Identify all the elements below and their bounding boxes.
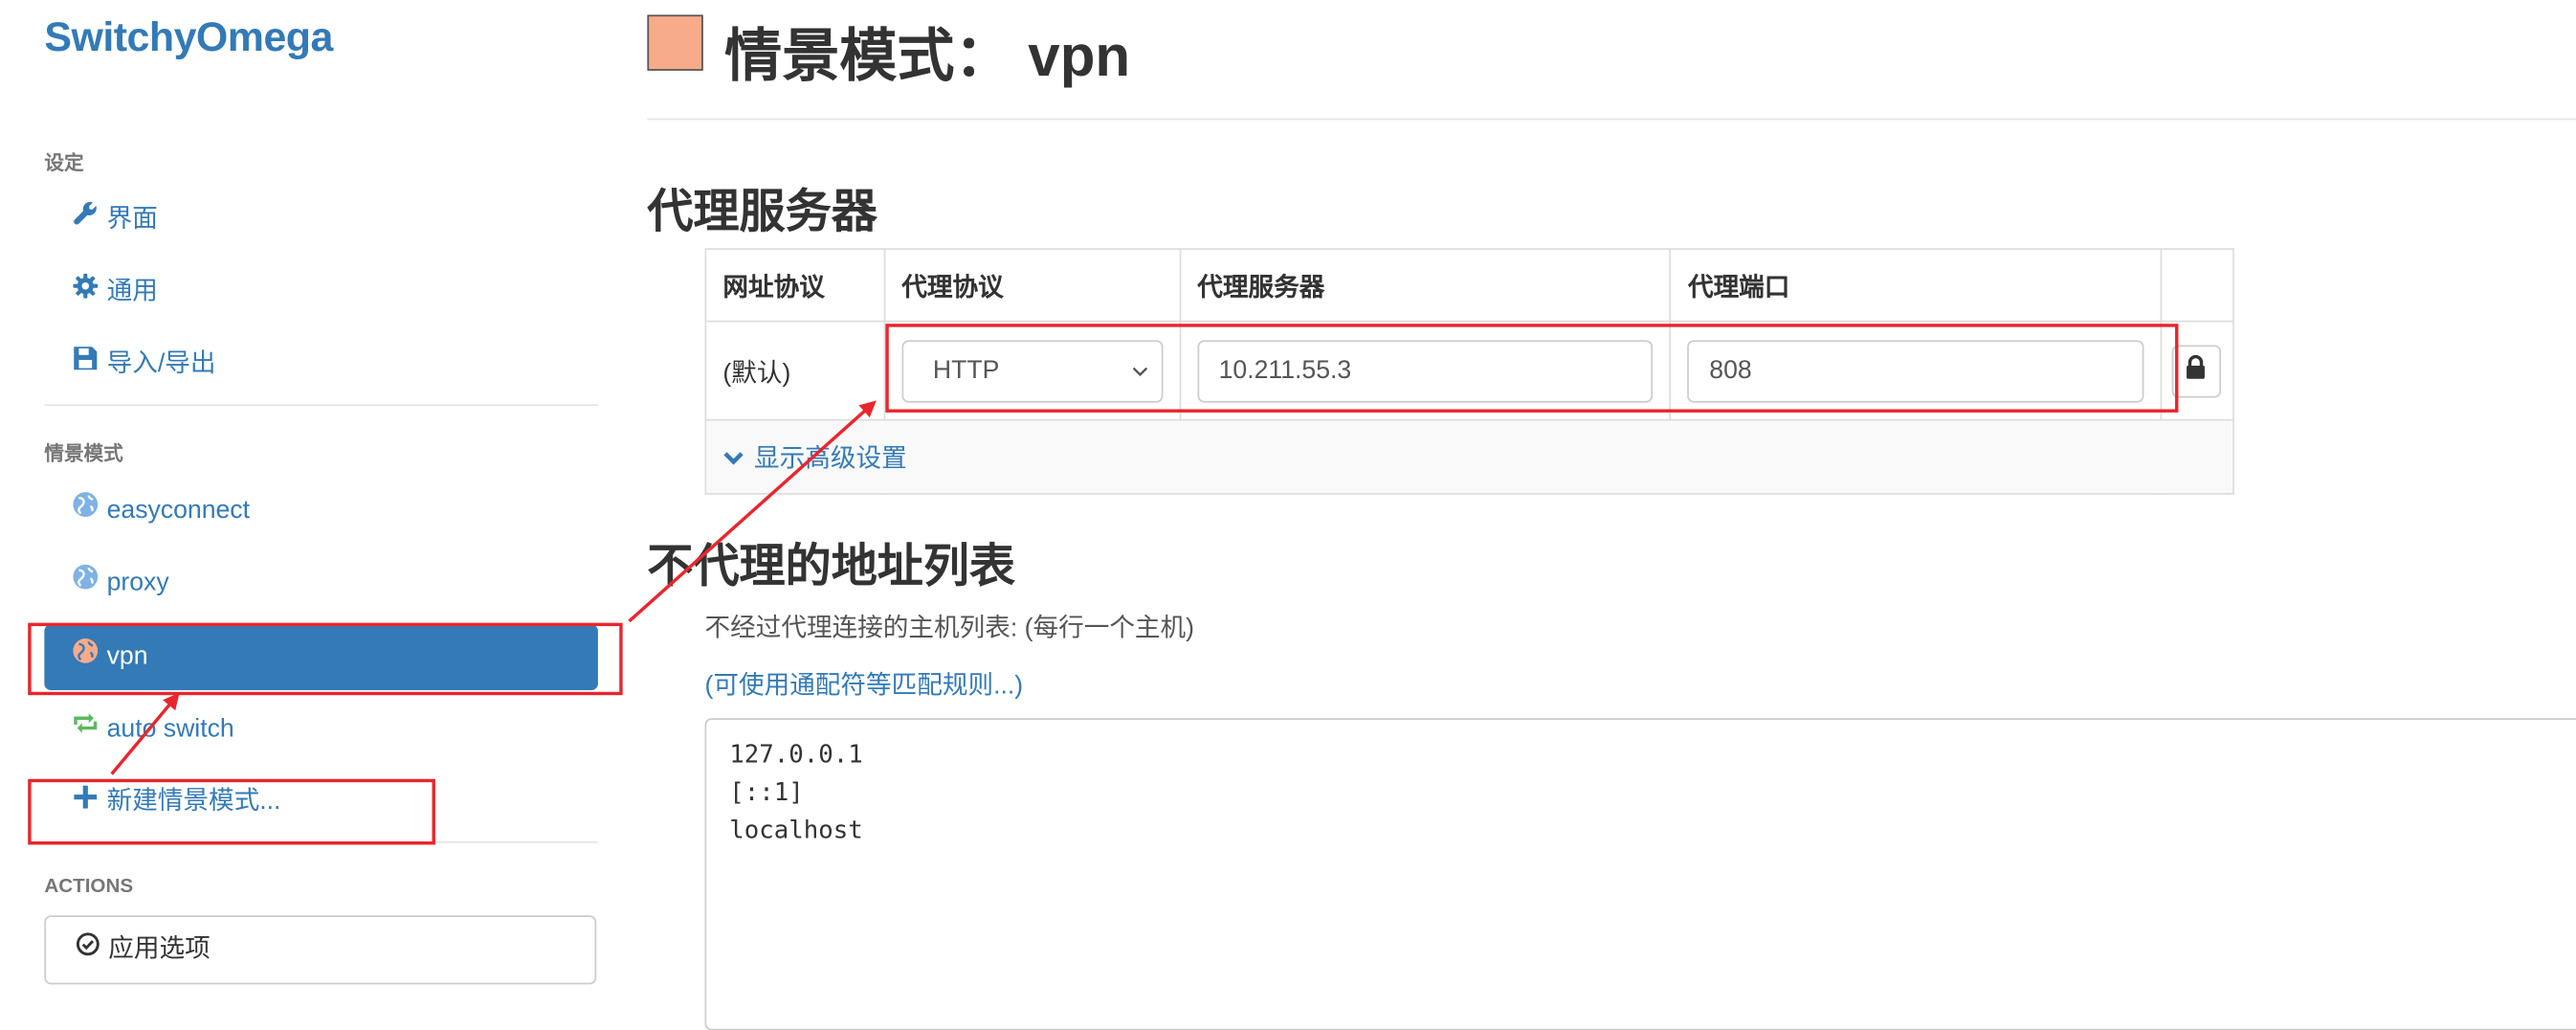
annotation-arrows [110, 400, 877, 775]
annotation-arrow-to-vpn [110, 692, 180, 775]
annotation-arrow-to-settings [628, 400, 877, 623]
